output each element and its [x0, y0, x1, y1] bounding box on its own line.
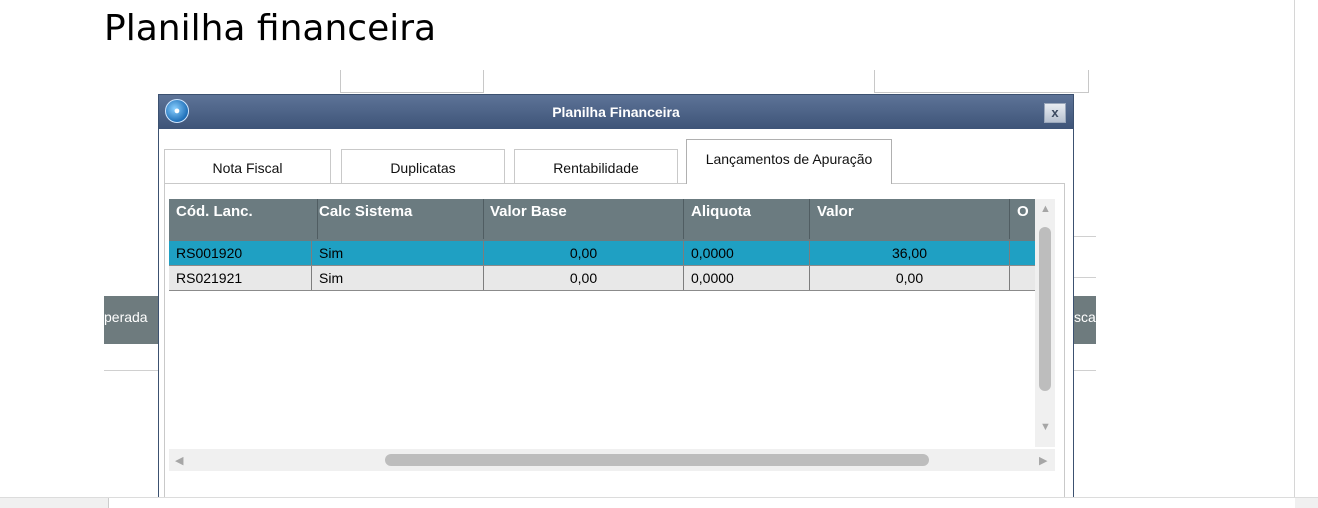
- background-line: [104, 370, 160, 371]
- cell-calc-sistema: Sim: [312, 241, 484, 265]
- tab-nota-fiscal[interactable]: Nota Fiscal: [164, 149, 331, 184]
- grid-header: Cód. Lanc. Calc Sistema Valor Base Aliqu…: [169, 199, 1035, 241]
- triangle-right-icon[interactable]: ▶: [1039, 454, 1047, 467]
- cell-valor: 0,00: [810, 266, 1010, 290]
- column-header-aliquota[interactable]: Aliquota: [684, 199, 810, 239]
- triangle-left-icon[interactable]: ◀: [175, 454, 183, 467]
- cell-valor-base: 0,00: [484, 241, 684, 265]
- background-field-right: [874, 70, 1089, 93]
- dialog-window: ● Planilha Financeira x Nota Fiscal Dupl…: [158, 94, 1074, 507]
- dialog-titlebar[interactable]: ● Planilha Financeira x: [159, 95, 1073, 129]
- document-page-border: [1294, 0, 1295, 507]
- background-line: [1074, 236, 1096, 237]
- cell-calc-sistema: Sim: [312, 266, 484, 290]
- background-strip-right: sca: [1074, 296, 1096, 344]
- background-strip-left-label: perada: [104, 309, 148, 325]
- table-row[interactable]: RS001920 Sim 0,00 0,0000 36,00: [169, 241, 1035, 265]
- cell-valor: 36,00: [810, 241, 1010, 265]
- vertical-scrollbar[interactable]: ▲ ▼: [1035, 199, 1055, 447]
- background-field-left: [340, 70, 484, 93]
- close-icon[interactable]: x: [1044, 103, 1066, 123]
- column-header-cod-lanc[interactable]: Cód. Lanc.: [169, 199, 318, 239]
- dialog-title: Planilha Financeira: [552, 104, 680, 120]
- cell-valor-base: 0,00: [484, 266, 684, 290]
- horizontal-scrollbar[interactable]: ◀ ▶: [169, 449, 1055, 471]
- horizontal-scroll-thumb[interactable]: [385, 454, 929, 466]
- column-header-valor[interactable]: Valor: [810, 199, 1010, 239]
- column-header-o[interactable]: O: [1010, 199, 1035, 239]
- background-line: [1074, 277, 1096, 278]
- document-title: Planilha financeira: [104, 8, 437, 49]
- triangle-up-icon[interactable]: ▲: [1040, 203, 1051, 215]
- background-strip-right-label: sca: [1074, 309, 1096, 325]
- tab-lancamentos-de-apuracao[interactable]: Lançamentos de Apuração: [686, 139, 892, 184]
- data-grid: Cód. Lanc. Calc Sistema Valor Base Aliqu…: [169, 199, 1035, 447]
- row-divider: [169, 290, 1035, 291]
- cell-cod-lanc: RS021921: [169, 266, 312, 290]
- background-strip-left: perada: [104, 296, 160, 344]
- bottom-status-bar: [0, 497, 1318, 508]
- vertical-scroll-thumb[interactable]: [1039, 227, 1051, 391]
- column-header-valor-base[interactable]: Valor Base: [483, 199, 684, 239]
- cell-aliquota: 0,0000: [684, 241, 810, 265]
- table-row[interactable]: RS021921 Sim 0,00 0,0000 0,00: [169, 266, 1035, 290]
- column-header-calc-sistema[interactable]: Calc Sistema: [312, 199, 484, 239]
- cell-aliquota: 0,0000: [684, 266, 810, 290]
- tab-duplicatas[interactable]: Duplicatas: [341, 149, 505, 184]
- cell-cod-lanc: RS001920: [169, 241, 312, 265]
- triangle-down-icon[interactable]: ▼: [1040, 421, 1051, 433]
- background-line: [1074, 370, 1096, 371]
- tab-rentabilidade[interactable]: Rentabilidade: [514, 149, 678, 184]
